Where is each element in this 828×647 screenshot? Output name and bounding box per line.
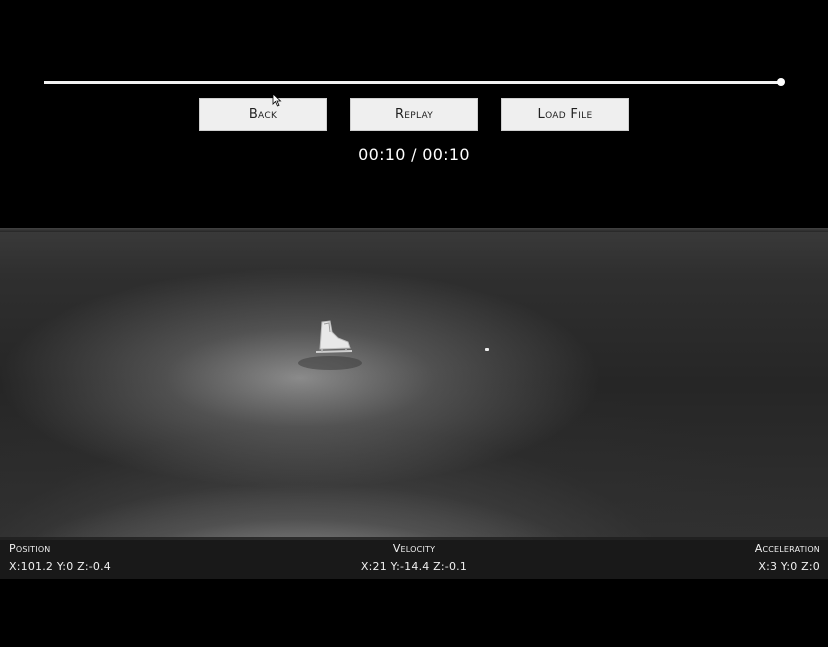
mouse-pointer-icon — [272, 93, 282, 107]
velocity-label: Velocity — [392, 542, 436, 555]
ice-rink-surface — [0, 228, 828, 540]
timeline-slider-handle[interactable] — [777, 78, 785, 86]
timeline-slider-track[interactable] — [44, 81, 781, 84]
bottom-letterbox — [0, 579, 828, 647]
marker-dot — [485, 348, 489, 351]
acceleration-value: X:3 Y:0 Z:0 — [758, 560, 820, 573]
back-button[interactable]: Back — [199, 98, 327, 131]
skate-shadow — [298, 356, 362, 370]
load-file-button[interactable]: Load File — [501, 98, 629, 131]
telemetry-panel: Position X:101.2 Y:0 Z:-0.4 Velocity X:2… — [0, 537, 828, 579]
velocity-value: X:21 Y:-14.4 Z:-0.1 — [360, 560, 468, 573]
acceleration-label: Acceleration — [754, 542, 820, 555]
replay-button[interactable]: Replay — [350, 98, 478, 131]
replay-viewer: Back Replay Load File 00:10 / 00:10 Posi… — [0, 0, 828, 647]
horizon-line — [0, 228, 828, 232]
playback-time: 00:10 / 00:10 — [358, 145, 470, 164]
ice-skate-icon — [315, 320, 353, 353]
